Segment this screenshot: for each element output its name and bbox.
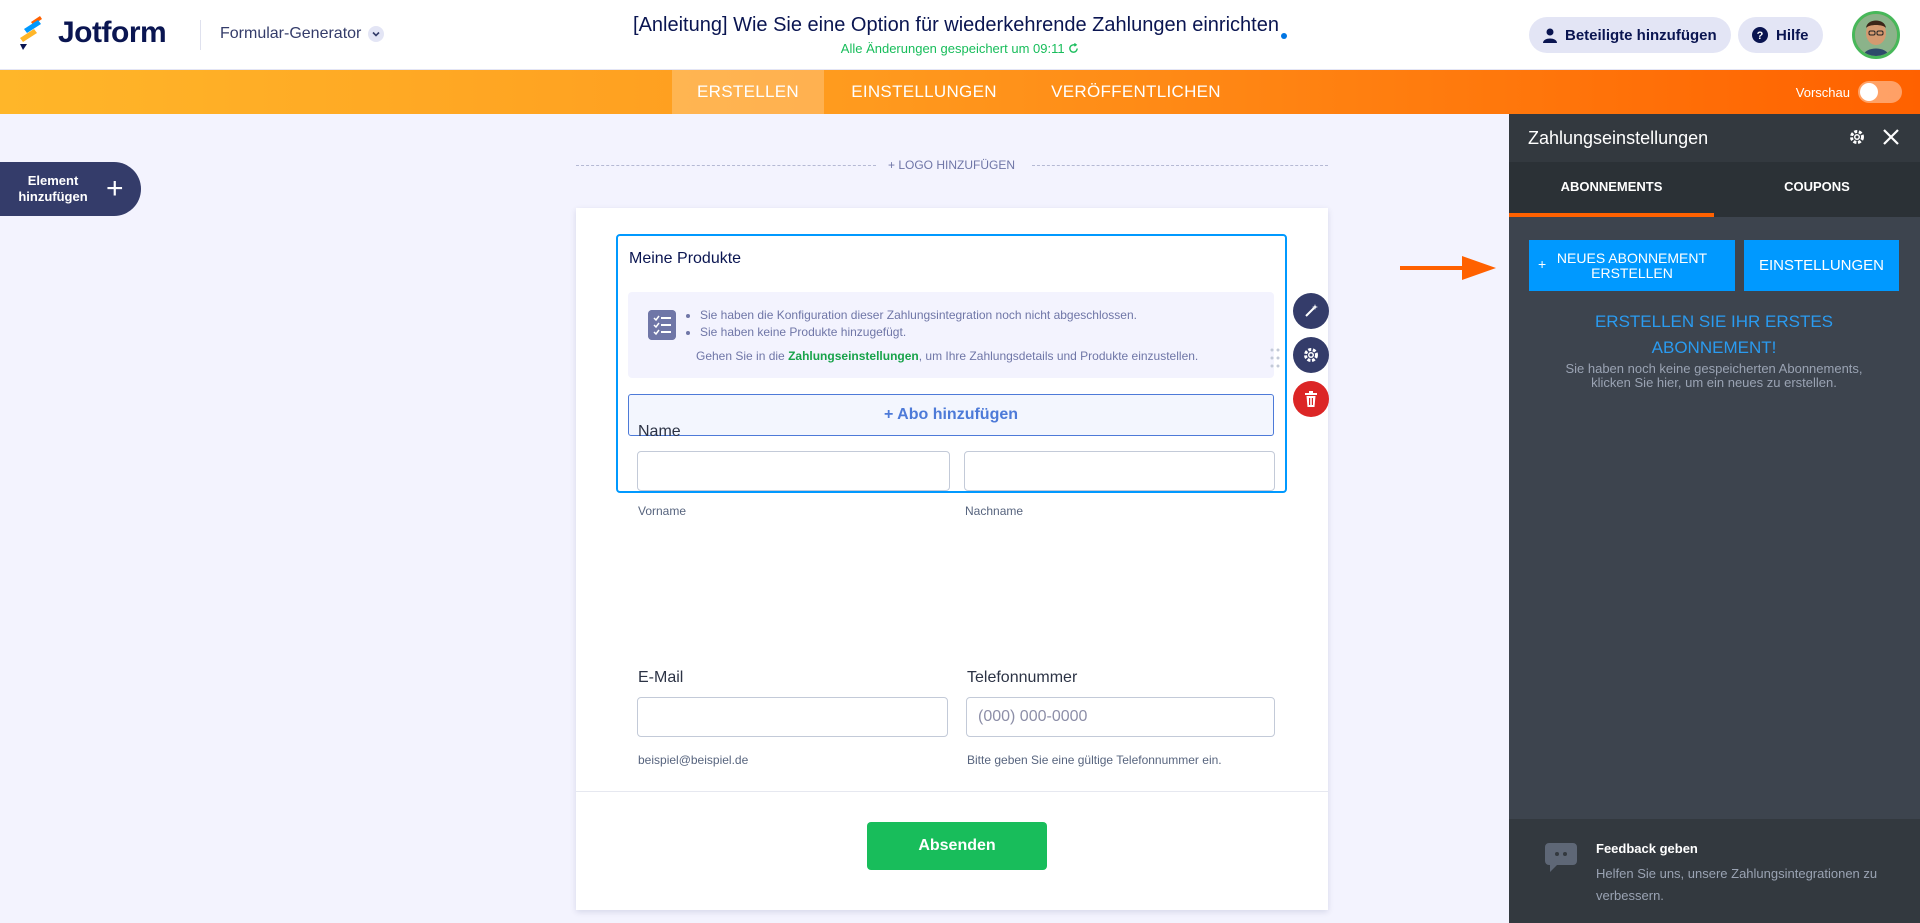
phone-input[interactable]: (000) 000-0000 xyxy=(966,697,1275,737)
empty-state-title[interactable]: ERSTELLEN SIE IHR ERSTES ABONNEMENT! xyxy=(1529,309,1899,361)
add-element-line2: hinzufügen xyxy=(18,189,88,204)
tab-settings[interactable]: EINSTELLUNGEN xyxy=(824,70,1024,114)
new-subscription-line1: NEUES ABONNEMENT xyxy=(1556,250,1708,266)
chat-bubble-icon xyxy=(1545,843,1577,872)
warning-list: Sie haben die Konfiguration dieser Zahlu… xyxy=(700,308,1137,342)
add-element-button[interactable]: Element hinzufügen + xyxy=(0,162,141,216)
question-icon: ? xyxy=(1752,27,1768,43)
email-input[interactable] xyxy=(637,697,948,737)
field-settings-button[interactable] xyxy=(1293,337,1329,373)
feedback-title: Feedback geben xyxy=(1596,841,1698,856)
last-name-sublabel: Nachname xyxy=(965,504,1024,518)
svg-text:?: ? xyxy=(1757,30,1764,42)
new-subscription-line2: ERSTELLEN xyxy=(1591,265,1673,281)
add-element-line1: Element xyxy=(27,173,79,188)
feedback-section[interactable]: Feedback geben Helfen Sie uns, unsere Za… xyxy=(1509,819,1920,923)
name-label: Name xyxy=(638,423,681,440)
phone-sublabel: Bitte geben Sie eine gültige Telefonnumm… xyxy=(967,753,1222,767)
empty-sub-line1: Sie haben noch keine gespeicherten Abonn… xyxy=(1565,361,1863,376)
warning-item: Sie haben die Konfiguration dieser Zahlu… xyxy=(700,308,1137,322)
add-subscription-button[interactable]: + Abo hinzufügen xyxy=(628,394,1274,436)
payment-settings-panel: Zahlungseinstellungen ABONNEMENTS COUPON… xyxy=(1509,114,1920,923)
help-label: Hilfe xyxy=(1776,26,1809,44)
delete-field-button[interactable] xyxy=(1293,381,1329,417)
trash-icon xyxy=(1305,391,1317,407)
arrow-right-icon xyxy=(1400,256,1496,280)
empty-title-line1: ERSTELLEN SIE IHR ERSTES xyxy=(1594,312,1834,331)
empty-state-description: Sie haben noch keine gespeicherten Abonn… xyxy=(1529,362,1899,390)
checklist-icon xyxy=(648,310,676,340)
email-label: E-Mail xyxy=(638,669,684,686)
plus-icon: + xyxy=(106,172,124,205)
tab-build[interactable]: ERSTELLEN xyxy=(672,70,824,114)
hint-prefix: Gehen Sie in die xyxy=(696,349,789,363)
preview-label: Vorschau xyxy=(1795,84,1850,100)
first-name-input[interactable] xyxy=(637,451,950,491)
gear-icon xyxy=(1304,348,1318,362)
new-subscription-button[interactable]: + NEUES ABONNEMENT ERSTELLEN xyxy=(1529,240,1735,291)
edit-indicator-dot xyxy=(1280,33,1287,39)
submit-button[interactable]: Absenden xyxy=(867,822,1047,870)
drag-handle-icon[interactable] xyxy=(1270,348,1280,368)
logo-divider-right xyxy=(1032,165,1328,166)
preview-toggle[interactable] xyxy=(1858,81,1902,103)
payment-settings-link[interactable]: Zahlungseinstellungen xyxy=(788,349,919,363)
warning-item: Sie haben keine Produkte hinzugefügt. xyxy=(700,325,1137,339)
avatar[interactable] xyxy=(1852,11,1900,59)
close-icon[interactable] xyxy=(1882,128,1900,146)
empty-title-line2: ABONNEMENT! xyxy=(1651,338,1777,357)
avatar-image xyxy=(1855,14,1897,56)
logo-divider-left xyxy=(576,165,876,166)
tab-publish[interactable]: VERÖFFENTLICHEN xyxy=(1024,70,1248,114)
help-button[interactable]: ? Hilfe xyxy=(1738,17,1823,53)
phone-label: Telefonnummer xyxy=(967,669,1078,686)
tab-coupons[interactable]: COUPONS xyxy=(1714,162,1920,217)
builder-nav: ERSTELLEN EINSTELLUNGEN VERÖFFENTLICHEN … xyxy=(0,70,1920,114)
email-sublabel: beispiel@beispiel.de xyxy=(638,753,749,767)
empty-sub-line2: klicken Sie hier, um ein neues zu erstel… xyxy=(1591,375,1837,390)
user-icon xyxy=(1543,28,1557,43)
form-card: Meine Produkte Sie haben die Konfigurati… xyxy=(576,208,1328,910)
panel-title: Zahlungseinstellungen xyxy=(1528,128,1709,148)
gear-icon[interactable] xyxy=(1848,128,1866,146)
products-title: Meine Produkte xyxy=(629,250,742,267)
feedback-description: Helfen Sie uns, unsere Zahlungsintegrati… xyxy=(1596,866,1878,903)
field-properties-button[interactable] xyxy=(1293,293,1329,329)
first-name-sublabel: Vorname xyxy=(638,504,687,518)
add-collaborators-label: Beteiligte hinzufügen xyxy=(1565,26,1717,44)
form-title[interactable]: [Anleitung] Wie Sie eine Option für wied… xyxy=(633,14,1279,36)
last-name-input[interactable] xyxy=(964,451,1275,491)
payment-warning: Sie haben die Konfiguration dieser Zahlu… xyxy=(628,292,1274,378)
payment-hint: Gehen Sie in die Zahlungseinstellungen, … xyxy=(696,349,1198,363)
plus-icon: + xyxy=(1538,256,1547,272)
form-divider xyxy=(576,791,1328,792)
add-element-label: Element hinzufügen xyxy=(0,173,106,205)
panel-header: Zahlungseinstellungen xyxy=(1509,114,1920,162)
hint-suffix: , um Ihre Zahlungsdetails und Produkte e… xyxy=(918,349,1199,363)
tab-subscriptions[interactable]: ABONNEMENTS xyxy=(1509,162,1714,217)
save-status-text: Alle Änderungen gespeichert um 09:11 xyxy=(840,41,1065,56)
add-logo-button[interactable]: + LOGO HINZUFÜGEN xyxy=(888,158,1015,172)
top-header: Jotform Formular-Generator [Anleitung] W… xyxy=(0,0,1920,70)
add-collaborators-button[interactable]: Beteiligte hinzufügen xyxy=(1529,17,1731,53)
preview-control: Vorschau xyxy=(1796,81,1902,103)
sync-icon xyxy=(1069,42,1079,53)
magic-wand-icon xyxy=(1305,304,1318,317)
subscription-settings-button[interactable]: EINSTELLUNGEN xyxy=(1744,240,1899,291)
